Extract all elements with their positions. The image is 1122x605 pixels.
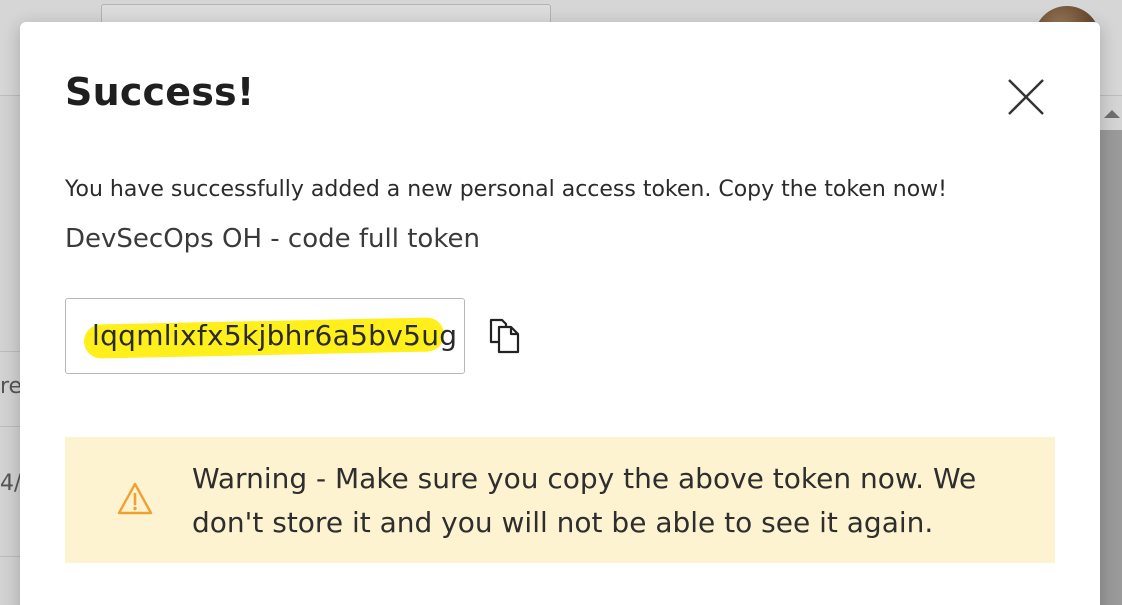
copy-icon [489, 318, 520, 354]
close-icon [1008, 79, 1044, 115]
background-divider [0, 426, 20, 427]
success-dialog: Success! You have successfully added a n… [20, 22, 1100, 605]
close-button[interactable] [1005, 76, 1047, 118]
background-partial-text: re [0, 374, 20, 399]
warning-triangle-icon [117, 482, 153, 515]
background-scrollbar [1100, 96, 1122, 605]
background-divider [0, 351, 20, 352]
warning-message: Warning - Make sure you copy the above t… [192, 462, 977, 539]
background-divider [0, 556, 20, 557]
background-partial-text: 4/2 [0, 471, 20, 496]
success-description: You have successfully added a new person… [65, 177, 947, 202]
token-field[interactable]: lqqmlixfx5kjbhr6a5bv5ug [65, 298, 465, 374]
background-left-panel: re 4/2 [0, 96, 20, 605]
token-name: DevSecOps OH - code full token [65, 224, 480, 254]
copy-button[interactable] [485, 316, 525, 356]
token-value[interactable]: lqqmlixfx5kjbhr6a5bv5ug [92, 319, 457, 352]
dialog-title: Success! [65, 70, 255, 114]
warning-banner: Warning - Make sure you copy the above t… [65, 437, 1055, 563]
chevron-up-icon [1104, 110, 1120, 118]
